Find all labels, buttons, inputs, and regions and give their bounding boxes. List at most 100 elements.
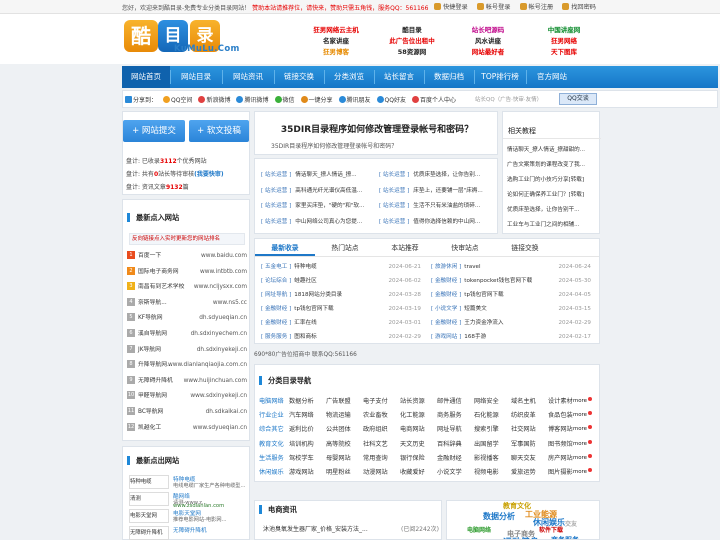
recent-row[interactable]: [ 小说文学 ] 短篇美文 2024-03-15	[431, 303, 591, 316]
recent-row[interactable]: [ 游戏网站 ] 168手游 2024-02-17	[431, 331, 591, 344]
share-item[interactable]: 腾讯微博	[236, 95, 269, 104]
tag-link[interactable]: 商务服务	[551, 535, 579, 539]
nav-item[interactable]: 数据归档	[424, 66, 474, 88]
category-link[interactable]: 汽车网络	[289, 409, 326, 422]
category-link[interactable]: 收藏爱好	[400, 466, 437, 479]
recent-title[interactable]: 汇率在线	[294, 320, 316, 326]
hot-in-row[interactable]: 5 KF导航网 dh.sdyueqian.cn	[127, 311, 247, 325]
related-item[interactable]: 情话聊天_撩人情话_撩甜甜的...	[507, 145, 597, 153]
category-link[interactable]: 网络安全	[474, 395, 511, 408]
ad-link[interactable]: 酷目录	[376, 24, 448, 35]
news-category[interactable]: [ 站长运营 ]	[379, 219, 409, 225]
recent-title[interactable]: 短篇美文	[464, 306, 486, 312]
category-link[interactable]: 游戏网站	[289, 466, 326, 479]
category-group[interactable]: 行业企业	[259, 409, 289, 422]
more-link[interactable]: more	[573, 452, 595, 465]
ad-link[interactable]: 名家讲座	[300, 35, 372, 46]
post-article-button[interactable]: + 软文投稿	[189, 120, 249, 142]
recent-category[interactable]: [ 网址导航 ]	[261, 292, 291, 298]
category-link[interactable]: 化工能源	[400, 409, 437, 422]
more-link[interactable]: more	[573, 438, 595, 451]
site-thumbnail[interactable]: 无障碍升降机	[129, 526, 169, 540]
news-title[interactable]: 值得你选择信赖的中山网...	[413, 219, 480, 225]
news-title[interactable]: 情话聊天_撩人情话_撩...	[295, 172, 356, 178]
share-item[interactable]: QQ好友	[376, 95, 406, 104]
site-thumbnail[interactable]: 电影天堂网	[129, 509, 169, 523]
nav-item[interactable]: 分类浏览	[324, 66, 374, 88]
hot-in-row[interactable]: 12 凯越化工 www.sdyueqian.cn	[127, 421, 247, 435]
more-link[interactable]: more	[573, 395, 595, 408]
quick-login-link[interactable]: 快捷登录	[434, 2, 468, 11]
nav-item[interactable]: 网站资讯	[222, 66, 274, 88]
info-item[interactable]: 沐池臭氧发生器厂家_价格_安装方法_...	[263, 524, 368, 533]
category-link[interactable]: 爱旅运势	[511, 466, 548, 479]
category-link[interactable]: 邮件通信	[437, 395, 474, 408]
recent-row[interactable]: [ 金融财经 ] 王力资金净流入 2024-02-29	[431, 317, 591, 330]
recent-row[interactable]: [ 论坛综合 ] 蛙趣社区 2024-06-02	[261, 275, 421, 288]
tag-link[interactable]: 软件下载	[539, 525, 563, 534]
tag-link[interactable]: 电脑网络	[467, 525, 491, 534]
tag-link[interactable]: 运动健身	[503, 535, 539, 539]
recent-title[interactable]: 特种电缆	[294, 264, 316, 270]
site-logo[interactable]: 酷 目 录 KuMuLu.Com	[124, 20, 262, 58]
recent-row[interactable]: [ 金融财经 ] tp钱包官网下载 2024-04-05	[431, 289, 591, 302]
share-item[interactable]: 腾讯朋友	[338, 95, 371, 104]
recent-category[interactable]: [ 游戏网站 ]	[431, 334, 461, 340]
tab-3[interactable]: 快审站点	[435, 239, 495, 256]
nav-item[interactable]: 站长留言	[374, 66, 424, 88]
news-row[interactable]: [ 站长运营 ] 床垫上，还要铺一层"床褥...	[379, 185, 495, 198]
share-item[interactable]: 新浪微博	[198, 95, 230, 104]
tab-0[interactable]: 最新收录	[255, 239, 315, 256]
category-link[interactable]: 农业畜牧	[363, 409, 400, 422]
nav-item[interactable]: 官方网站	[526, 66, 578, 88]
category-link[interactable]: 商务服务	[437, 409, 474, 422]
recent-category[interactable]: [ 金融财经 ]	[261, 306, 291, 312]
category-link[interactable]: 金融财经	[437, 452, 474, 465]
register-link[interactable]: 帐号注册	[519, 2, 553, 11]
category-link[interactable]: 社科文艺	[363, 438, 400, 451]
category-link[interactable]: 影视播客	[474, 452, 511, 465]
news-row[interactable]: [ 站长运营 ] 高科通光纤光谱仪高低温...	[261, 185, 377, 198]
news-title[interactable]: 高科通光纤光谱仪高低温...	[295, 188, 362, 194]
recent-category[interactable]: [ 论坛综合 ]	[261, 278, 291, 284]
category-link[interactable]: 域名主机	[511, 395, 548, 408]
recent-title[interactable]: 王力资金净流入	[464, 320, 503, 326]
fast-review-link[interactable]: (我要快审)	[194, 171, 224, 178]
ad-link[interactable]: 站长吧源码	[452, 24, 524, 35]
news-title[interactable]: 中山网络公司真心为您提...	[295, 219, 362, 225]
ad-line[interactable]: 690*80广告位招商中 联系QQ:561166	[254, 349, 357, 358]
recent-category[interactable]: [ 金融财经 ]	[431, 320, 461, 326]
news-title[interactable]: 家里买床垫，"硬的"和"软...	[295, 203, 364, 209]
nav-item[interactable]: 链接交换	[274, 66, 324, 88]
hot-in-row[interactable]: 7 JK导航网 dh.sdxinyekeji.cn	[127, 343, 247, 357]
related-item[interactable]: 广告文案策划的课程改变了我...	[507, 160, 597, 168]
category-link[interactable]: 网址导航	[437, 423, 474, 436]
recent-category[interactable]: [ 金融财经 ]	[431, 292, 461, 298]
recent-title[interactable]: tp钱包官网下载	[464, 292, 503, 298]
news-category[interactable]: [ 站长运营 ]	[379, 172, 409, 178]
hot-in-row[interactable]: 8 升降导航网... www.dianlanqiaojia.com.cn	[127, 358, 247, 372]
hot-in-row[interactable]: 6 溪自导航网 dh.sdxinyechem.cn	[127, 327, 247, 341]
ad-link[interactable]: 58资源网	[376, 46, 448, 57]
category-link[interactable]: 电子支付	[363, 395, 400, 408]
news-row[interactable]: [ 站长运营 ] 生活不只有米油盐的琐碎...	[379, 200, 495, 213]
nav-item[interactable]: TOP排行榜	[474, 66, 526, 88]
category-link[interactable]: 物流运输	[326, 409, 363, 422]
ad-link[interactable]: 中国讲座网	[528, 24, 600, 35]
headline-title[interactable]: 35DIR目录程序如何修改管理登录帐号和密码？	[255, 122, 499, 135]
category-link[interactable]: 出国留学	[474, 438, 511, 451]
category-link[interactable]: 聊天交友	[511, 452, 548, 465]
tag-link[interactable]: 数据分析	[483, 511, 515, 522]
ad-link[interactable]: 狂男网络云主机	[300, 24, 372, 35]
category-link[interactable]: 广告联盟	[326, 395, 363, 408]
hot-in-row[interactable]: 2 国际电子商务网 www.intbtb.com	[127, 265, 247, 279]
more-link[interactable]: more	[573, 466, 595, 479]
tab-1[interactable]: 热门站点	[315, 239, 375, 256]
recent-title[interactable]: tp钱包官网下载	[294, 306, 333, 312]
recent-row[interactable]: [ 五金电工 ] 特种电缆 2024-06-21	[261, 261, 421, 274]
site-link[interactable]: 无障碍升降机	[173, 526, 207, 534]
news-category[interactable]: [ 站长运营 ]	[379, 188, 409, 194]
recent-title[interactable]: travel	[464, 264, 480, 270]
recent-category[interactable]: [ 五金电工 ]	[261, 264, 291, 270]
submit-site-button[interactable]: + 网站提交	[123, 120, 185, 142]
